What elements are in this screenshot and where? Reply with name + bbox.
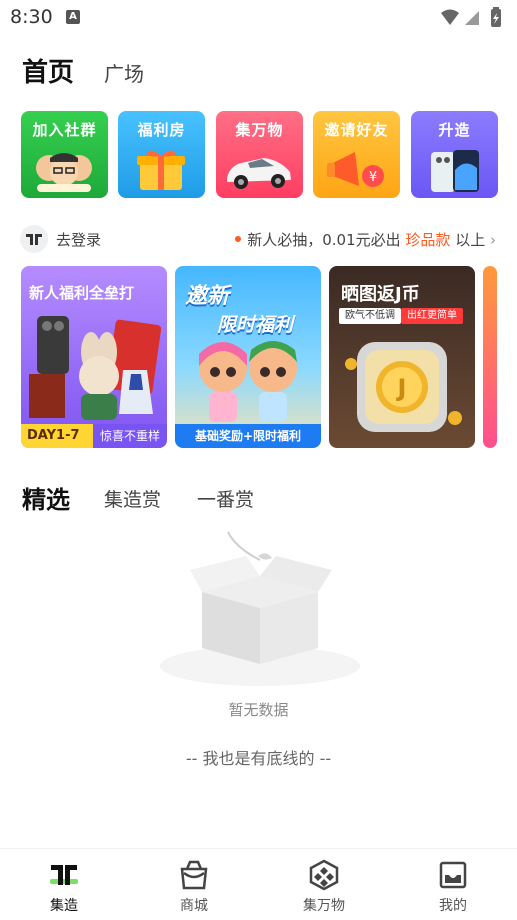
bottom-nav: 集造 商城 集万物 我的 [0, 848, 517, 920]
nav-jizao[interactable]: 集造 [24, 857, 104, 917]
shopping-bag-icon [180, 860, 208, 890]
empty-state-text: 暂无数据 [228, 701, 289, 719]
login-link[interactable]: 去登录 [56, 229, 101, 250]
profile-tray-icon [439, 861, 467, 889]
tab-jizao-prize[interactable]: 集造赏 [104, 485, 161, 512]
tab-home[interactable]: 首页 [22, 52, 76, 88]
tab-ichiban-prize[interactable]: 一番赏 [197, 485, 254, 512]
dolls-icon [199, 341, 297, 422]
notice-dot [235, 235, 242, 242]
megaphone-icon: ¥ [327, 152, 384, 187]
notification-icon: A [66, 10, 80, 24]
empty-box-icon [160, 531, 360, 686]
tab-featured[interactable]: 精选 [22, 480, 76, 515]
nav-mall[interactable]: 商城 [154, 857, 234, 917]
login-row: 去登录 新人必抽，0.01元必出 珍品款 以上 › [20, 225, 500, 253]
quick-collect-everything[interactable]: 集万物 [216, 111, 303, 198]
people-group-icon [36, 153, 92, 192]
tab-square[interactable]: 广场 [104, 58, 144, 94]
banner-partial-next[interactable] [483, 266, 497, 448]
jizao-logo-icon [50, 865, 78, 885]
gift-box-icon [137, 150, 185, 190]
status-bar: 8:30 A [0, 0, 517, 36]
quick-join-community[interactable]: 加入社群 [21, 111, 108, 198]
system-status-icons [441, 7, 501, 27]
banner-footer: DAY1-7 惊喜不重样 [21, 424, 167, 448]
j-coin-icon: J [345, 342, 462, 432]
banner-share-photo-reward[interactable]: 晒图返J币 欧气不低调 出红更简单 J [329, 266, 475, 448]
svg-text:¥: ¥ [369, 170, 377, 185]
newcomer-notice[interactable]: 新人必抽，0.01元必出 珍品款 以上 › [235, 229, 496, 250]
quick-invite-friends[interactable]: 邀请好友 ¥ [313, 111, 400, 198]
status-time: 8:30 [10, 6, 53, 28]
phone-icon [431, 150, 479, 192]
svg-text:J: J [396, 374, 407, 402]
banner-invite-new[interactable]: 邀新 限时福利 基础奖励+限时福利 [175, 266, 321, 448]
nav-mine[interactable]: 我的 [413, 857, 493, 917]
jizao-logo-avatar-icon[interactable] [20, 225, 48, 253]
diamond-pattern-icon [309, 859, 339, 891]
toys-collage-icon [29, 316, 161, 420]
list-end-text: -- 我也是有底线的 -- [185, 749, 332, 768]
quick-upgrade[interactable]: 升造 [411, 111, 498, 198]
notice-highlight: 珍品款 [405, 231, 451, 249]
banner-newcomer-welfare[interactable]: 新人福利全垒打 DAY1-7 惊喜不重样 [21, 266, 167, 448]
nav-collect-everything[interactable]: 集万物 [284, 857, 364, 917]
sports-car-icon [227, 158, 291, 189]
quick-welfare-room[interactable]: 福利房 [118, 111, 205, 198]
chevron-right-icon: › [490, 231, 496, 249]
